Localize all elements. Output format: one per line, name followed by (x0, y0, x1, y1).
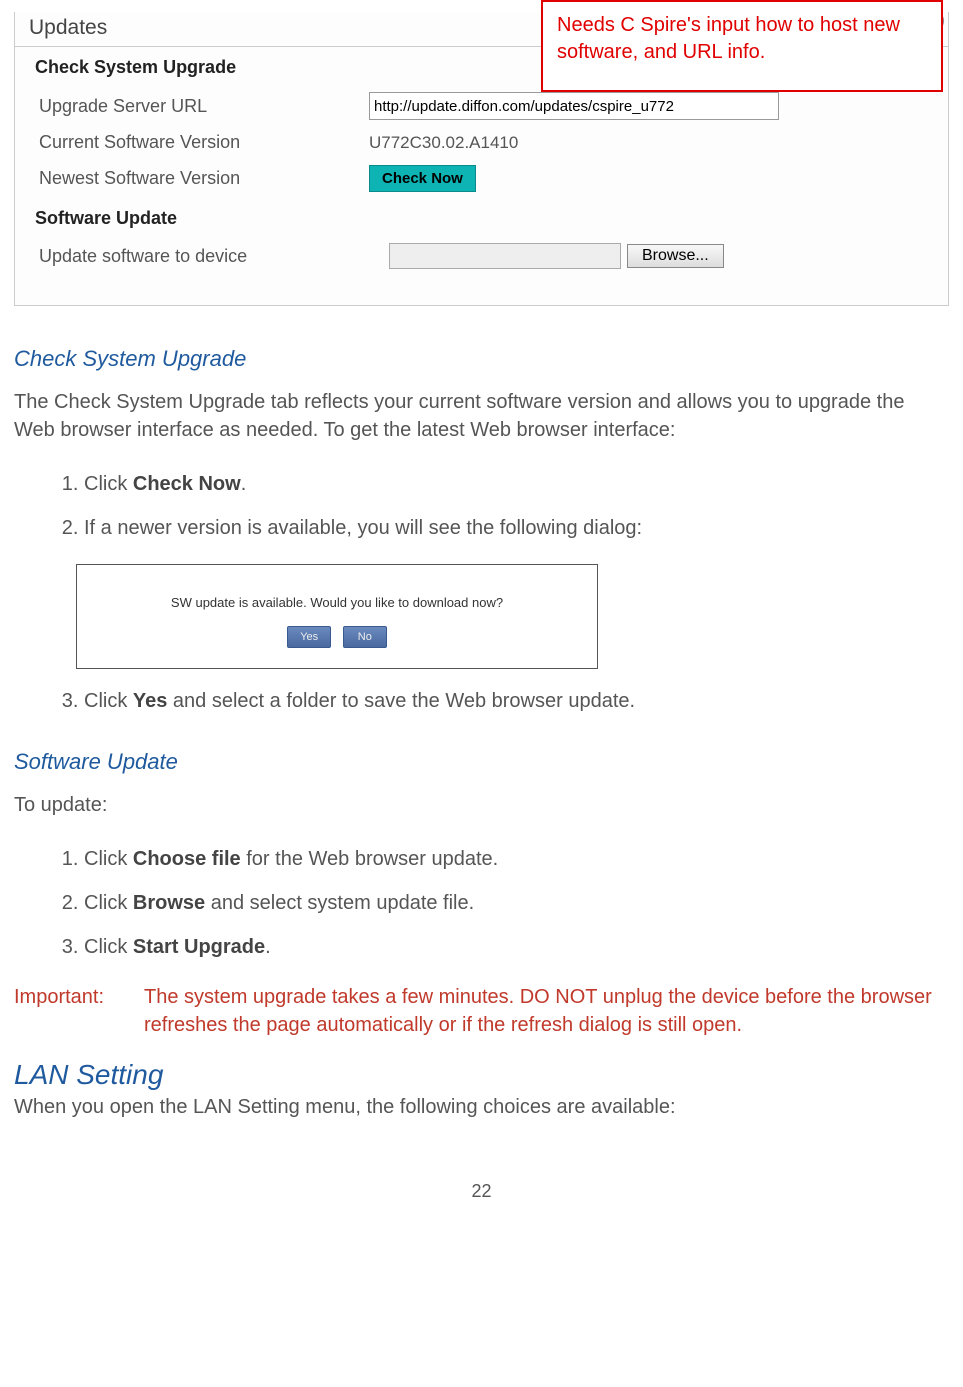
heading-software-update: Software Update (14, 749, 949, 775)
steps-sw: Click Choose file for the Web browser up… (14, 837, 949, 969)
section-software-update: Software Update (15, 198, 948, 237)
dialog-no-button: No (343, 626, 387, 648)
step-sw-2: Click Browse and select system update fi… (84, 881, 949, 925)
file-path-display (389, 243, 621, 269)
value-current-version: U772C30.02.A1410 (369, 133, 518, 153)
step-sw-1: Click Choose file for the Web browser up… (84, 837, 949, 881)
important-text: The system upgrade takes a few minutes. … (144, 983, 949, 1039)
paragraph-check-intro: The Check System Upgrade tab reflects yo… (14, 388, 949, 444)
steps-check: Click Check Now. If a newer version is a… (14, 462, 949, 550)
paragraph-lan-intro: When you open the LAN Setting menu, the … (14, 1093, 949, 1121)
check-now-button[interactable]: Check Now (369, 165, 476, 192)
browse-button[interactable]: Browse... (627, 244, 724, 268)
dialog-yes-button: Yes (287, 626, 331, 648)
review-annotation: Needs C Spire's input how to host new so… (541, 0, 943, 92)
dialog-screenshot: SW update is available. Would you like t… (76, 564, 598, 669)
label-newest-version: Newest Software Version (39, 168, 369, 189)
label-upgrade-url: Upgrade Server URL (39, 96, 369, 117)
step-check-2: If a newer version is available, you wil… (84, 506, 949, 550)
row-update-software: Update software to device Browse... (15, 237, 948, 275)
dialog-message: SW update is available. Would you like t… (77, 595, 597, 610)
heading-lan-setting: LAN Setting (14, 1059, 949, 1091)
row-newest-version: Newest Software Version Check Now (15, 159, 948, 198)
steps-check-cont: Click Yes and select a folder to save th… (14, 679, 949, 723)
label-current-version: Current Software Version (39, 132, 369, 153)
step-sw-3: Click Start Upgrade. (84, 925, 949, 969)
label-update-software: Update software to device (39, 246, 389, 267)
paragraph-sw-intro: To update: (14, 791, 949, 819)
heading-check-system-upgrade: Check System Upgrade (14, 346, 949, 372)
important-note: Important: The system upgrade takes a fe… (14, 983, 949, 1039)
important-label: Important: (14, 983, 144, 1039)
upgrade-url-input[interactable] (369, 92, 779, 120)
page-number: 22 (14, 1181, 949, 1202)
step-check-3: Click Yes and select a folder to save th… (84, 679, 949, 723)
row-upgrade-url: Upgrade Server URL (15, 86, 948, 126)
step-check-1: Click Check Now. (84, 462, 949, 506)
row-current-version: Current Software Version U772C30.02.A141… (15, 126, 948, 159)
